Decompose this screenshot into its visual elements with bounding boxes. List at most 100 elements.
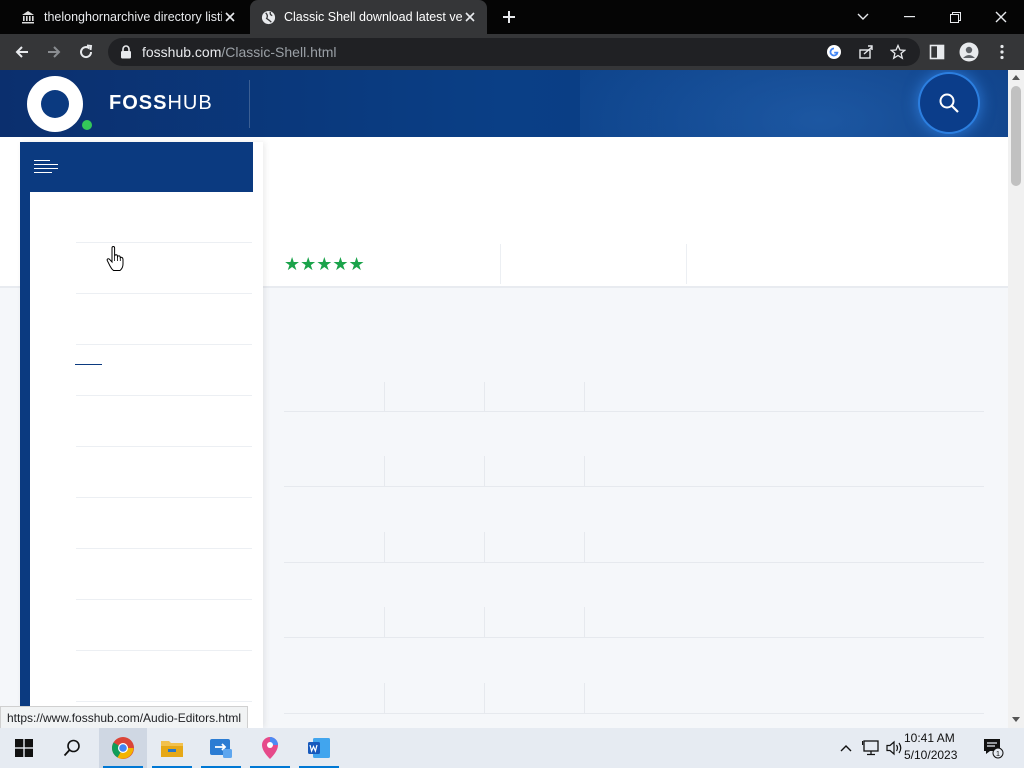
- tab-search-button[interactable]: [840, 0, 886, 34]
- table-col-divider: [584, 382, 585, 412]
- table-row: [284, 486, 984, 487]
- table-col-divider: [584, 456, 585, 486]
- taskbar-word[interactable]: [295, 728, 343, 768]
- speaker-icon: [886, 740, 902, 756]
- network-icon: [862, 740, 879, 756]
- menu-item[interactable]: [76, 549, 252, 599]
- taskbar-remote-desktop[interactable]: [197, 728, 245, 768]
- rating-stars: ★★★★★: [284, 254, 365, 274]
- table-row: [284, 411, 984, 412]
- menu-divider: [76, 701, 252, 702]
- brand-wordmark[interactable]: FOSSHUB: [109, 92, 213, 115]
- url-text[interactable]: fosshub.com/Classic-Shell.html: [142, 44, 337, 60]
- forward-button[interactable]: [42, 40, 66, 64]
- volume-button[interactable]: [884, 728, 906, 768]
- archive-building-icon: [20, 9, 36, 25]
- system-clock[interactable]: 10:41 AM 5/10/2023: [904, 730, 972, 766]
- taskbar-search-button[interactable]: [48, 728, 96, 768]
- network-status-button[interactable]: [860, 728, 882, 768]
- table-col-divider: [484, 607, 485, 637]
- search-icon: [939, 93, 959, 113]
- menu-item[interactable]: [76, 447, 252, 497]
- close-tab-icon[interactable]: [222, 9, 238, 25]
- globe-icon: [260, 9, 276, 25]
- maps-pin-icon: [262, 737, 278, 759]
- scroll-up-arrow-icon[interactable]: [1008, 72, 1024, 82]
- restore-icon: [949, 11, 961, 23]
- table-row: [284, 562, 984, 563]
- table-col-divider: [484, 683, 485, 713]
- back-button[interactable]: [10, 40, 34, 64]
- table-col-divider: [384, 683, 385, 713]
- table-col-divider: [484, 456, 485, 486]
- brand-hub: HUB: [167, 92, 213, 114]
- search-icon: [63, 739, 80, 757]
- table-row: [284, 637, 984, 638]
- minimize-button[interactable]: [886, 0, 932, 34]
- side-panel-icon[interactable]: [927, 42, 947, 62]
- notification-icon: 1: [984, 739, 1004, 759]
- table-col-divider: [384, 532, 385, 562]
- google-translate-icon[interactable]: [825, 43, 843, 61]
- table-col-divider: [584, 532, 585, 562]
- chevron-down-icon: [857, 13, 869, 20]
- close-icon: [995, 11, 1007, 23]
- reload-icon: [80, 44, 93, 59]
- start-button[interactable]: [0, 728, 48, 768]
- table-col-divider: [584, 683, 585, 713]
- table-col-divider: [584, 607, 585, 637]
- page-scrollbar[interactable]: [1008, 70, 1024, 728]
- minimize-icon: [903, 16, 915, 18]
- site-search-button[interactable]: [920, 74, 978, 132]
- side-menu: [20, 142, 263, 728]
- tab-title: Classic Shell download latest vers: [284, 10, 462, 24]
- url-path: /Classic-Shell.html: [221, 44, 337, 60]
- menu-item[interactable]: [76, 192, 252, 242]
- site-header: FOSSHUB: [0, 70, 1008, 137]
- new-tab-button[interactable]: [499, 7, 519, 27]
- windows-taskbar: 10:41 AM 5/10/2023 1: [0, 728, 1024, 768]
- menu-item[interactable]: [76, 396, 252, 446]
- chevron-up-icon: [840, 745, 852, 752]
- scroll-down-arrow-icon[interactable]: [1008, 714, 1024, 724]
- close-window-button[interactable]: [978, 0, 1024, 34]
- side-menu-strip: [20, 142, 30, 728]
- menu-item[interactable]: [76, 498, 252, 548]
- tab-classic-shell[interactable]: Classic Shell download latest vers: [250, 0, 487, 34]
- share-icon[interactable]: [857, 43, 875, 61]
- menu-item[interactable]: [76, 294, 252, 344]
- clock-date: 5/10/2023: [904, 748, 958, 762]
- more-menu-icon[interactable]: [992, 42, 1012, 62]
- scrollbar-thumb[interactable]: [1011, 86, 1021, 186]
- reload-button[interactable]: [74, 40, 98, 64]
- tab-title: thelonghornarchive directory listi: [44, 10, 222, 24]
- info-divider: [686, 244, 687, 284]
- lock-icon[interactable]: [120, 45, 132, 59]
- remote-desktop-icon: [210, 739, 232, 758]
- taskbar-maps[interactable]: [246, 728, 294, 768]
- profile-avatar-icon[interactable]: [959, 42, 979, 62]
- notification-center-button[interactable]: 1: [978, 728, 1008, 768]
- restore-button[interactable]: [932, 0, 978, 34]
- menu-item[interactable]: [76, 651, 252, 701]
- menu-item[interactable]: [76, 345, 252, 395]
- close-tab-icon[interactable]: [462, 9, 478, 25]
- brand-foss: FOSS: [109, 92, 168, 114]
- fosshub-logo[interactable]: [27, 76, 83, 132]
- table-row: [284, 713, 984, 714]
- tab-thelonghornarchive[interactable]: thelonghornarchive directory listi: [10, 0, 248, 34]
- browser-tabstrip: thelonghornarchive directory listi Class…: [0, 0, 1024, 34]
- menu-item-hovered[interactable]: [76, 243, 252, 293]
- taskbar-chrome[interactable]: [99, 728, 147, 768]
- bookmark-star-icon[interactable]: [889, 43, 907, 61]
- hamburger-menu-icon[interactable]: [34, 158, 60, 176]
- taskbar-file-explorer[interactable]: [148, 728, 196, 768]
- menu-item[interactable]: [76, 600, 252, 650]
- logo-inner-circle: [41, 90, 69, 118]
- table-col-divider: [484, 532, 485, 562]
- table-col-divider: [484, 382, 485, 412]
- show-hidden-icons-button[interactable]: [836, 728, 856, 768]
- word-icon: [308, 738, 330, 758]
- arrow-right-icon: [48, 46, 61, 58]
- url-domain: fosshub.com: [142, 44, 222, 60]
